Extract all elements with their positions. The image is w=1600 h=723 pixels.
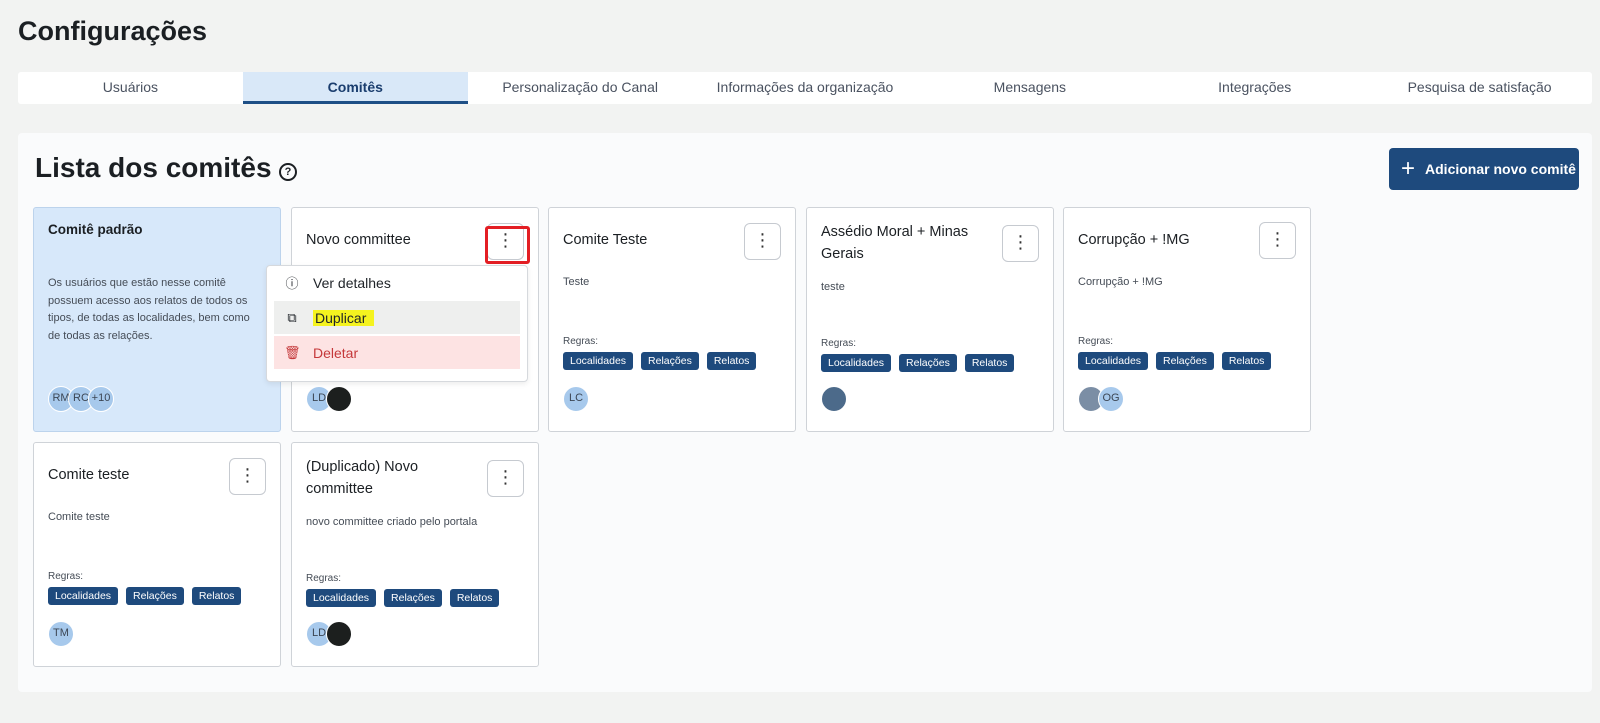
tab-comites[interactable]: Comitês — [242, 72, 468, 104]
add-committee-label: Adicionar novo comitê — [1425, 161, 1576, 177]
rule-chip: Relações — [899, 354, 957, 372]
tab-bar: Usuários Comitês Personalização do Canal… — [18, 72, 1592, 104]
card-description: teste — [821, 281, 845, 293]
rule-chip: Localidades — [306, 589, 377, 607]
rules-label: Regras: — [821, 338, 857, 349]
rules-label: Regras: — [306, 573, 342, 584]
rule-chip: Localidades — [563, 352, 634, 370]
card-description: Os usuários que estão nesse comitê possu… — [48, 277, 250, 342]
member-avatars — [821, 386, 847, 412]
tab-pesquisa[interactable]: Pesquisa de satisfação — [1367, 72, 1592, 104]
menu-item-label: Deletar — [313, 344, 359, 361]
rule-chip: Relações — [641, 352, 699, 370]
committee-card[interactable]: Comite Teste ⋮ Teste Regras: Localidades… — [548, 207, 796, 432]
rule-chip: Relatos — [706, 352, 757, 370]
more-options-button[interactable]: ⋮ — [229, 458, 266, 495]
menu-item-label: Ver detalhes — [313, 274, 391, 291]
trash-icon: 🗑 — [284, 344, 301, 360]
rules-chips: Localidades Relações Relatos — [821, 354, 1015, 372]
options-menu: ⓘ Ver detalhes ⧉ Duplicar 🗑 Deletar — [266, 265, 528, 382]
avatar-more-count: +10 — [88, 386, 114, 412]
card-description: novo committee criado pelo portala — [306, 516, 478, 528]
card-description: Corrupção + !MG — [1078, 276, 1163, 288]
card-title: Comite teste — [48, 467, 130, 483]
card-title: Corrupção + !MG — [1078, 232, 1190, 248]
avatar: TM — [48, 621, 74, 647]
card-title: Novo committee — [306, 232, 411, 248]
tab-personalizacao[interactable]: Personalização do Canal — [468, 72, 693, 104]
rules-chips: Localidades Relações Relatos — [1078, 352, 1272, 370]
rules-label: Regras: — [1078, 336, 1114, 347]
avatar-image — [326, 386, 352, 412]
rule-chip: Relatos — [449, 589, 500, 607]
highlight-box — [485, 226, 530, 264]
avatar-image — [821, 386, 847, 412]
list-title: Lista dos comitês — [35, 152, 272, 183]
committee-card[interactable]: Corrupção + !MG ⋮ Corrupção + !MG Regras… — [1063, 207, 1311, 432]
tab-integracoes[interactable]: Integrações — [1142, 72, 1367, 104]
more-options-button[interactable]: ⋮ — [744, 223, 781, 260]
rules-chips: Localidades Relações Relatos — [563, 352, 757, 370]
rule-chip: Localidades — [48, 587, 119, 605]
member-avatars: RM RC +10 — [48, 386, 114, 412]
card-description: Comite teste — [48, 511, 110, 523]
rule-chip: Relatos — [1221, 352, 1272, 370]
committee-card[interactable]: Assédio Moral + Minas Gerais ⋮ teste Reg… — [806, 207, 1054, 432]
rule-chip: Localidades — [821, 354, 892, 372]
avatar: OG — [1098, 386, 1124, 412]
tab-informacoes[interactable]: Informações da organização — [693, 72, 918, 104]
member-avatars: OG — [1078, 386, 1124, 412]
member-avatars: LD — [306, 621, 352, 647]
rules-label: Regras: — [48, 571, 84, 582]
member-avatars: LD — [306, 386, 352, 412]
page-title: Configurações — [18, 16, 208, 46]
avatar: LC — [563, 386, 589, 412]
card-description: Teste — [563, 276, 590, 288]
more-options-button[interactable]: ⋮ — [487, 460, 524, 497]
rules-label: Regras: — [563, 336, 599, 347]
menu-item-delete[interactable]: 🗑 Deletar — [274, 336, 520, 369]
committee-card-default[interactable]: Comitê padrão Os usuários que estão ness… — [33, 207, 281, 432]
menu-item-duplicate[interactable]: ⧉ Duplicar — [274, 301, 520, 334]
rule-chip: Relações — [384, 589, 442, 607]
card-title: Comitê padrão — [48, 222, 143, 237]
more-options-button[interactable]: ⋮ — [1002, 225, 1039, 262]
rule-chip: Localidades — [1078, 352, 1149, 370]
copy-icon: ⧉ — [287, 309, 297, 325]
tab-usuarios[interactable]: Usuários — [18, 72, 243, 104]
plus-icon: + — [1401, 155, 1416, 182]
help-icon[interactable]: ? — [279, 163, 297, 181]
more-options-button[interactable]: ⋮ — [1259, 222, 1296, 259]
rule-chip: Relatos — [964, 354, 1015, 372]
card-title: Assédio Moral + Minas Gerais — [821, 224, 969, 262]
rules-chips: Localidades Relações Relatos — [306, 589, 500, 607]
info-icon: ⓘ — [285, 276, 299, 291]
tab-mensagens[interactable]: Mensagens — [917, 72, 1142, 104]
add-committee-button[interactable]: + Adicionar novo comitê — [1389, 148, 1579, 190]
rule-chip: Relatos — [191, 587, 242, 605]
card-title: Comite Teste — [563, 232, 648, 248]
menu-item-label: Duplicar — [313, 309, 375, 326]
rule-chip: Relações — [126, 587, 184, 605]
avatar-image — [326, 621, 352, 647]
member-avatars: TM — [48, 621, 74, 647]
menu-item-view-details[interactable]: ⓘ Ver detalhes — [274, 266, 520, 299]
member-avatars: LC — [563, 386, 589, 412]
rule-chip: Relações — [1156, 352, 1214, 370]
committee-card[interactable]: (Duplicado) Novo committee ⋮ novo commit… — [291, 442, 539, 667]
committee-card[interactable]: Comite teste ⋮ Comite teste Regras: Loca… — [33, 442, 281, 667]
card-title: (Duplicado) Novo committee — [306, 459, 419, 497]
rules-chips: Localidades Relações Relatos — [48, 587, 242, 605]
